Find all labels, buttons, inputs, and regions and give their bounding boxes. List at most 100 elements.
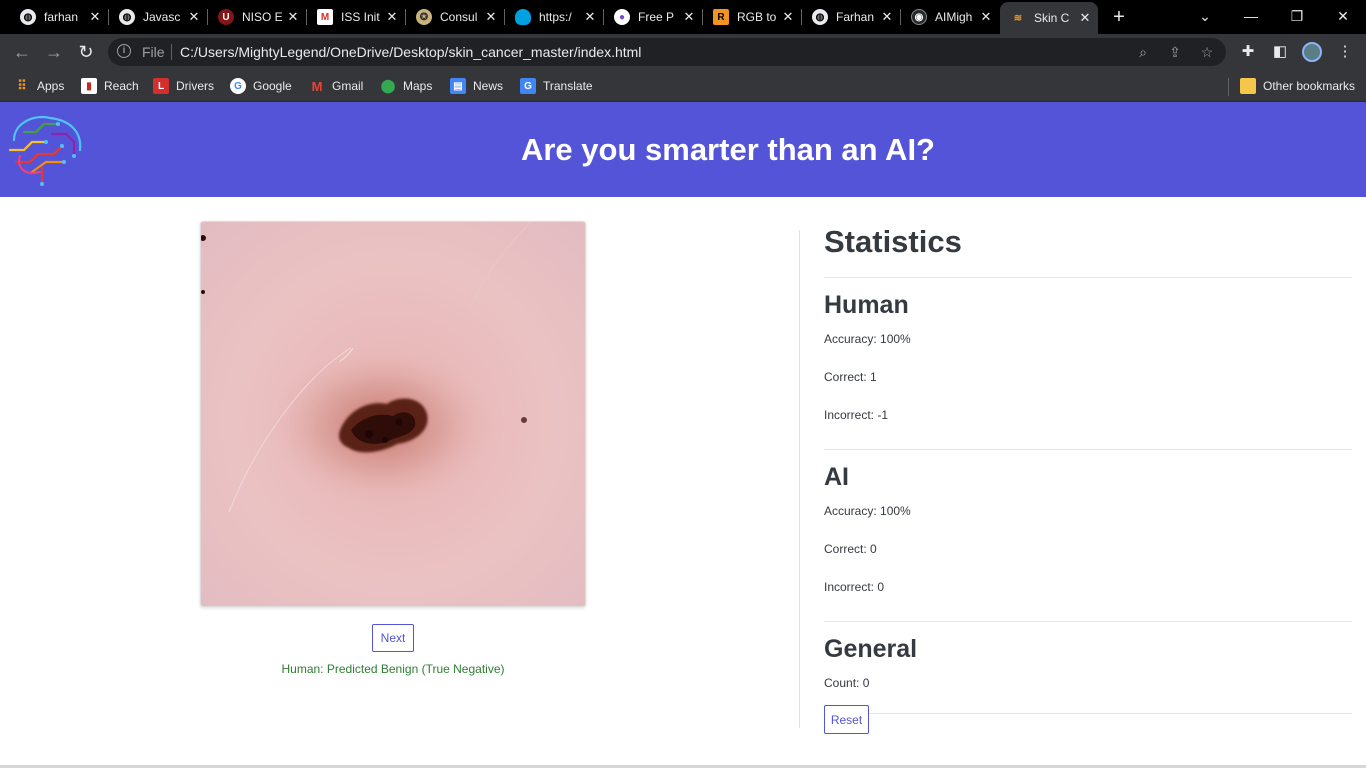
address-bar[interactable]: i File C:/Users/MightyLegend/OneDrive/De…: [108, 38, 1226, 66]
share-icon[interactable]: ⇪: [1166, 43, 1184, 61]
gmail-icon: M: [317, 9, 333, 25]
restore-icon[interactable]: ❐: [1274, 0, 1320, 34]
bookmarks-bar: ⠿ Apps ▮ Reach L Drivers G Google M Gmai…: [0, 70, 1366, 102]
tab-search-chevron-icon[interactable]: ⌄: [1182, 0, 1228, 34]
tab-skin-cancer-active[interactable]: ≋ Skin C ✕: [1000, 2, 1098, 34]
close-icon[interactable]: ✕: [284, 9, 302, 25]
reach-icon: ▮: [81, 78, 97, 94]
reload-icon[interactable]: ↻: [74, 40, 98, 64]
apps-grid-icon: ⠿: [17, 78, 27, 93]
tab-title: Free P: [638, 10, 675, 24]
drivers-icon: L: [153, 78, 169, 94]
close-icon[interactable]: ✕: [1076, 10, 1094, 26]
tab-title: ISS Init: [341, 10, 380, 24]
bookmark-maps[interactable]: ⬤ Maps: [380, 76, 433, 96]
close-icon[interactable]: ✕: [185, 9, 203, 25]
bookmark-label: Maps: [403, 79, 433, 93]
general-count: Count: 0: [824, 676, 870, 690]
other-bookmarks[interactable]: Other bookmarks: [1240, 76, 1355, 96]
ou-logo-icon: U: [218, 9, 234, 25]
close-icon[interactable]: ✕: [680, 9, 698, 25]
side-panel-icon[interactable]: ◧: [1270, 42, 1290, 62]
page-title: Are you smarter than an AI?: [520, 132, 935, 167]
tab-niso[interactable]: U NISO E ✕: [208, 0, 306, 34]
bookmark-translate[interactable]: G Translate: [520, 76, 593, 96]
bookmark-google[interactable]: G Google: [230, 76, 292, 96]
bookmark-drivers[interactable]: L Drivers: [153, 76, 214, 96]
bookmark-label: Apps: [37, 79, 65, 93]
url-text[interactable]: C:/Users/MightyLegend/OneDrive/Desktop/s…: [180, 44, 641, 60]
tab-iss-init[interactable]: M ISS Init ✕: [307, 0, 405, 34]
salesforce-cloud-icon: [515, 9, 531, 25]
human-accuracy: Accuracy: 100%: [824, 332, 911, 346]
bookmark-gmail[interactable]: M Gmail: [309, 76, 364, 96]
general-heading: General: [824, 635, 918, 663]
close-icon[interactable]: ✕: [482, 9, 500, 25]
address-separator: [171, 44, 172, 60]
zoom-magnifier-icon[interactable]: ⌕: [1134, 43, 1152, 61]
tab-aimighty[interactable]: ◉ AIMigh ✕: [901, 0, 999, 34]
back-arrow-icon[interactable]: ←: [10, 40, 34, 64]
bookmark-news[interactable]: ▤ News: [450, 76, 503, 96]
next-button[interactable]: Next: [372, 624, 414, 652]
news-icon: ▤: [450, 78, 466, 94]
close-icon[interactable]: ✕: [581, 9, 599, 25]
browser-toolbar: ← → ↻ i File C:/Users/MightyLegend/OneDr…: [0, 34, 1366, 70]
info-icon[interactable]: i: [117, 44, 131, 58]
ai-incorrect: Incorrect: 0: [824, 580, 885, 594]
forward-arrow-icon[interactable]: →: [42, 40, 66, 64]
gmail-icon: M: [311, 78, 323, 94]
avatar-icon: ●: [614, 9, 630, 25]
close-icon[interactable]: ✕: [383, 9, 401, 25]
new-tab-plus-icon[interactable]: +: [1108, 6, 1130, 28]
tab-title: RGB to: [737, 10, 777, 24]
menu-kebab-icon[interactable]: ⋮: [1335, 42, 1355, 62]
column-divider: [799, 230, 800, 728]
bookmark-reach[interactable]: ▮ Reach: [81, 76, 139, 96]
r-logo-icon: R: [713, 9, 729, 25]
bookmark-apps[interactable]: ⠿ Apps: [14, 76, 64, 96]
bookmark-label: Gmail: [332, 79, 364, 93]
close-icon[interactable]: ✕: [779, 9, 797, 25]
minimize-icon[interactable]: —: [1228, 0, 1274, 34]
profile-avatar[interactable]: [1302, 42, 1322, 62]
bookmark-star-icon[interactable]: ☆: [1198, 43, 1216, 61]
tab-title: Consul: [440, 10, 478, 24]
seal-icon: ✪: [416, 9, 432, 25]
human-correct: Correct: 1: [824, 370, 877, 384]
tab-javascript[interactable]: ◍ Javasc ✕: [109, 0, 207, 34]
close-icon[interactable]: ✕: [977, 9, 995, 25]
human-heading: Human: [824, 291, 909, 319]
brain-icon: ≋: [1013, 12, 1023, 24]
globe-icon: ◍: [812, 9, 828, 25]
close-icon[interactable]: ✕: [86, 9, 104, 25]
close-window-icon[interactable]: ✕: [1320, 0, 1366, 34]
tab-title: Javasc: [143, 10, 181, 24]
close-icon[interactable]: ✕: [878, 9, 896, 25]
tab-title: farhan: [44, 10, 79, 24]
tab-https[interactable]: https:/ ✕: [505, 0, 603, 34]
maps-pin-icon: ⬤: [380, 78, 396, 93]
statistics-panel: Statistics Human Accuracy: 100% Correct:…: [824, 222, 1352, 714]
extensions-puzzle-icon[interactable]: ✚: [1238, 42, 1258, 62]
bookmark-label: Reach: [104, 79, 139, 93]
bookmarks-separator: [1228, 78, 1229, 96]
stats-divider: [824, 713, 1352, 714]
page-header: Are you smarter than an AI?: [0, 102, 1366, 197]
file-label: File: [142, 44, 165, 60]
github-icon: ◉: [911, 9, 927, 25]
tab-title: AIMigh: [935, 10, 973, 24]
translate-icon: G: [520, 78, 536, 94]
tab-title: NISO E: [242, 10, 283, 24]
ai-heading: AI: [824, 463, 849, 491]
tab-consul[interactable]: ✪ Consul ✕: [406, 0, 504, 34]
bookmark-label: Drivers: [176, 79, 214, 93]
tab-free-p[interactable]: ● Free P ✕: [604, 0, 702, 34]
ai-correct: Correct: 0: [824, 542, 877, 556]
tab-rgb-to[interactable]: R RGB to ✕: [703, 0, 801, 34]
tab-farhan[interactable]: ◍ farhan ✕: [10, 0, 108, 34]
tab-farhan-2[interactable]: ◍ Farhan ✕: [802, 0, 900, 34]
tab-strip: ◍ farhan ✕ ◍ Javasc ✕ U NISO E ✕ M ISS I…: [0, 0, 1366, 34]
reset-button[interactable]: Reset: [824, 705, 869, 734]
globe-icon: ◍: [20, 9, 36, 25]
